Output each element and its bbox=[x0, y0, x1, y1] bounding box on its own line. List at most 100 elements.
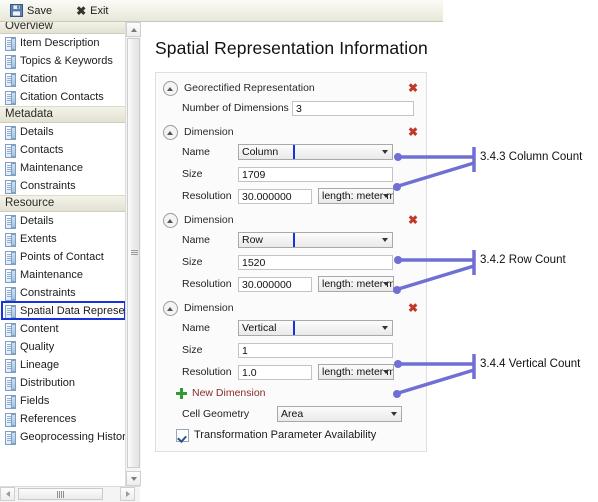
sidebar-item-contacts[interactable]: Contacts bbox=[0, 141, 125, 159]
dimension-group-title: Dimension bbox=[184, 302, 234, 314]
sidebar-item-spatial-data-representat[interactable]: Spatial Data Representat bbox=[0, 301, 125, 320]
sidebar-item-fields[interactable]: Fields bbox=[0, 392, 125, 410]
delete-x-icon[interactable]: ✖ bbox=[408, 126, 418, 138]
sidebar-item-maintenance[interactable]: Maintenance bbox=[0, 159, 125, 177]
sidebar-item-topics-keywords[interactable]: Topics & Keywords bbox=[0, 52, 125, 70]
sidebar-item-extents[interactable]: Extents bbox=[0, 230, 125, 248]
sidebar-section-header: Resource bbox=[0, 195, 125, 212]
exit-button[interactable]: ✖ Exit bbox=[72, 3, 116, 19]
dimension-resolution-input[interactable]: 1.0 bbox=[238, 364, 312, 380]
sidebar-item-label: Citation bbox=[20, 73, 58, 85]
dimension-size-input[interactable]: 1 bbox=[238, 342, 393, 358]
toolbar: Save ✖ Exit bbox=[0, 0, 443, 22]
page-title: Spatial Representation Information bbox=[155, 38, 428, 58]
dimension-size-input[interactable]: 1520 bbox=[238, 254, 393, 270]
sidebar-item-label: References bbox=[20, 413, 77, 425]
transformation-parameter-row[interactable]: Transformation Parameter Availability bbox=[156, 425, 426, 445]
document-icon bbox=[5, 179, 16, 194]
sidebar-item-label: Citation Contacts bbox=[20, 91, 104, 103]
plus-icon bbox=[176, 387, 187, 399]
dimension-resolution-row: Resolution 30.000000 length: meter m bbox=[156, 185, 426, 207]
scroll-down-arrow-icon[interactable] bbox=[126, 471, 141, 486]
close-x-icon: ✖ bbox=[76, 3, 87, 18]
scroll-right-arrow-icon[interactable] bbox=[120, 487, 135, 501]
dimension-group: Dimension ✖ Name Row Size 1520 Resolution 30.00… bbox=[156, 211, 426, 295]
sidebar-item-label: Contacts bbox=[20, 144, 64, 156]
sidebar-item-label: Extents bbox=[20, 233, 57, 245]
number-of-dimensions-input[interactable]: 3 bbox=[292, 100, 414, 116]
sidebar-item-item-description[interactable]: Item Description bbox=[0, 34, 125, 52]
dimension-size-label: Size bbox=[182, 168, 203, 180]
document-icon bbox=[5, 340, 16, 355]
sidebar-item-details[interactable]: Details bbox=[0, 212, 125, 230]
sidebar-item-label: Topics & Keywords bbox=[20, 55, 113, 67]
chevron-up-icon[interactable] bbox=[163, 124, 178, 140]
delete-x-icon[interactable]: ✖ bbox=[408, 82, 418, 94]
main-content-panel: Spatial Representation Information Geore… bbox=[141, 22, 443, 501]
georectified-representation-group: Georectified Representation ✖ Number of … bbox=[155, 72, 427, 452]
sidebar-item-citation-contacts[interactable]: Citation Contacts bbox=[0, 88, 125, 106]
dimension-resolution-input[interactable]: 30.000000 bbox=[238, 276, 312, 292]
number-of-dimensions-row: Number of Dimensions 3 bbox=[156, 97, 426, 119]
cell-geometry-value: Area bbox=[281, 408, 304, 420]
sidebar-item-label: Spatial Data Representat bbox=[20, 305, 125, 317]
sidebar-item-label: Constraints bbox=[20, 180, 76, 192]
vertical-scrollbar-thumb[interactable] bbox=[127, 38, 140, 468]
dimension-list: Dimension ✖ Name Column Size 1709 Resolution 30… bbox=[156, 123, 426, 383]
horizontal-scrollbar-thumb[interactable] bbox=[18, 488, 103, 500]
sidebar-item-lineage[interactable]: Lineage bbox=[0, 356, 125, 374]
chevron-up-icon[interactable] bbox=[163, 80, 178, 96]
delete-x-icon[interactable]: ✖ bbox=[408, 302, 418, 314]
sidebar-item-geoprocessing-history[interactable]: Geoprocessing History bbox=[0, 428, 125, 446]
sidebar-vertical-scrollbar[interactable] bbox=[125, 22, 141, 486]
document-icon bbox=[5, 54, 16, 69]
sidebar-horizontal-scrollbar[interactable] bbox=[0, 486, 140, 502]
document-icon bbox=[5, 72, 16, 87]
exit-label: Exit bbox=[90, 4, 109, 17]
chevron-down-icon bbox=[382, 326, 388, 330]
sidebar-item-label: Fields bbox=[20, 395, 50, 407]
dimension-size-input[interactable]: 1709 bbox=[238, 166, 393, 182]
new-dimension-button[interactable]: New Dimension bbox=[156, 383, 426, 403]
floppy-disk-icon bbox=[10, 4, 23, 17]
sidebar-item-points-of-contact[interactable]: Points of Contact bbox=[0, 248, 125, 266]
dimension-resolution-input[interactable]: 30.000000 bbox=[238, 188, 312, 204]
document-icon bbox=[5, 36, 16, 51]
dimension-name-value: Column bbox=[242, 146, 279, 158]
sidebar-navigation[interactable]: Overview Item Description Topics & Keyword… bbox=[0, 22, 126, 501]
sidebar-item-distribution[interactable]: Distribution bbox=[0, 374, 125, 392]
sidebar-item-quality[interactable]: Quality bbox=[0, 338, 125, 356]
dimension-unit-select[interactable]: length: meter m bbox=[318, 364, 394, 380]
dimension-name-select[interactable]: Vertical bbox=[238, 320, 393, 336]
dimension-name-row: Name Column bbox=[156, 141, 426, 163]
sidebar-section-header: Overview bbox=[0, 22, 125, 34]
delete-x-icon[interactable]: ✖ bbox=[408, 214, 418, 226]
document-icon bbox=[5, 430, 16, 445]
chevron-up-icon[interactable] bbox=[163, 300, 178, 316]
transformation-parameter-label: Transformation Parameter Availability bbox=[194, 429, 377, 441]
dimension-name-select[interactable]: Column bbox=[238, 144, 393, 160]
sidebar-item-constraints[interactable]: Constraints bbox=[0, 284, 125, 302]
document-icon bbox=[5, 143, 16, 158]
chevron-up-icon[interactable] bbox=[163, 212, 178, 228]
cell-geometry-select[interactable]: Area bbox=[277, 406, 402, 422]
sidebar-item-references[interactable]: References bbox=[0, 410, 125, 428]
sidebar-item-maintenance[interactable]: Maintenance bbox=[0, 266, 125, 284]
dimension-unit-select[interactable]: length: meter m bbox=[318, 276, 394, 292]
sidebar-item-label: Quality bbox=[20, 341, 55, 353]
save-button[interactable]: Save bbox=[6, 2, 60, 19]
dimension-name-select[interactable]: Row bbox=[238, 232, 393, 248]
dimension-resolution-label: Resolution bbox=[182, 278, 232, 290]
dimension-unit-select[interactable]: length: meter m bbox=[318, 188, 394, 204]
sidebar-item-details[interactable]: Details bbox=[0, 123, 125, 141]
sidebar-item-content[interactable]: Content bbox=[0, 320, 125, 338]
scroll-left-arrow-icon[interactable] bbox=[0, 487, 15, 501]
document-icon bbox=[5, 322, 16, 337]
sidebar-item-constraints[interactable]: Constraints bbox=[0, 177, 125, 195]
dimension-resolution-row: Resolution 1.0 length: meter m bbox=[156, 361, 426, 383]
transformation-parameter-checkbox[interactable] bbox=[176, 428, 189, 442]
dimension-group-header: Dimension ✖ bbox=[156, 123, 426, 141]
dimension-name-value: Row bbox=[242, 234, 264, 246]
scroll-up-arrow-icon[interactable] bbox=[126, 22, 141, 37]
sidebar-item-citation[interactable]: Citation bbox=[0, 70, 125, 88]
